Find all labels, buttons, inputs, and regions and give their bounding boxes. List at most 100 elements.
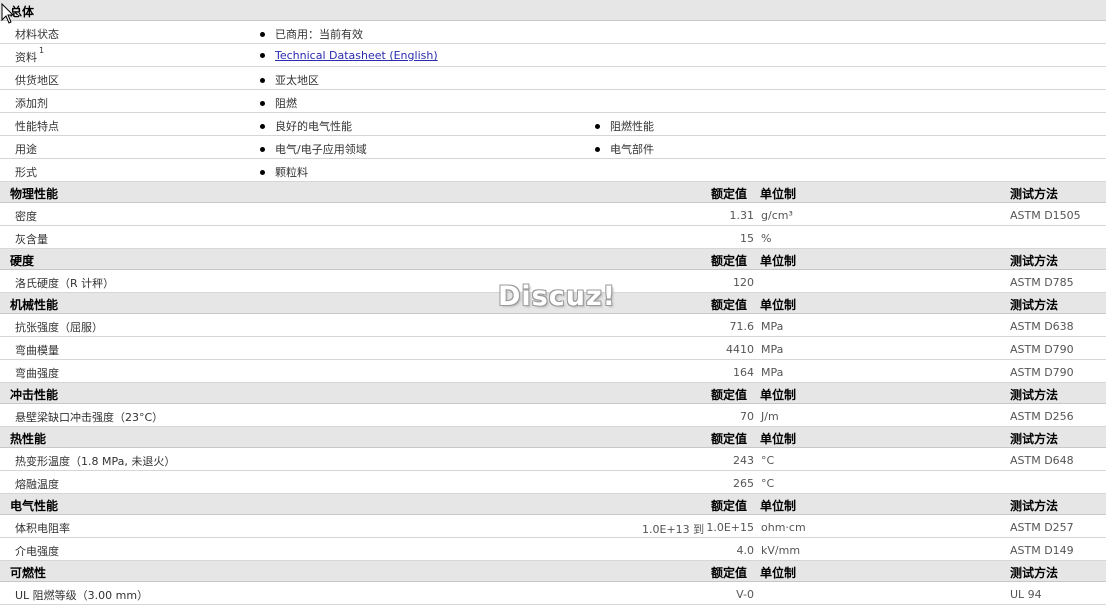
unit-value: MPa (761, 320, 784, 333)
unit-value: g/cm³ (761, 209, 793, 222)
general-row-status: 材料状态 已商用：当前有效 (0, 21, 1106, 44)
nominal-value: 1.31 (729, 209, 755, 222)
unit-value: % (761, 232, 772, 245)
section-header-electrical: 电气性能 额定值 单位制 测试方法 (0, 494, 1106, 515)
property-row: 熔融温度 265 °C (0, 471, 1106, 494)
bullet-item: 亚太地区 (260, 72, 319, 88)
property-label: 抗张强度（屈服） (15, 321, 103, 334)
nominal-value: 15 (740, 232, 754, 245)
bullet-item: 电气部件 (595, 141, 654, 157)
bullet-dot-icon (260, 100, 265, 106)
unit-value: ohm·cm (761, 521, 806, 534)
bullet-dot-icon (595, 123, 600, 129)
property-label: 体积电阻率 (15, 522, 70, 535)
nominal-value: 120 (733, 276, 754, 289)
bullet-dot-icon (595, 146, 600, 152)
test-method: ASTM D790 (1010, 343, 1074, 356)
test-method: ASTM D1505 (1010, 209, 1081, 222)
unit-value: MPa (761, 343, 784, 356)
general-row-documents: 资料1 Technical Datasheet (English) (0, 44, 1106, 67)
test-header: 测试方法 (1010, 432, 1059, 446)
row-label: 资料1 (15, 46, 45, 64)
property-row: 介电强度 4.0 kV/mm ASTM D149 (0, 538, 1106, 561)
section-title: 热性能 (10, 432, 47, 446)
property-label: 热变形温度（1.8 MPa, 未退火） (15, 455, 176, 468)
nominal-header: 额定值 (711, 566, 748, 580)
row-label: 添加剂 (15, 97, 48, 110)
test-method: ASTM D149 (1010, 544, 1074, 557)
bullet-dot-icon (260, 77, 265, 83)
general-row-form: 形式 颗粒料 (0, 159, 1106, 182)
bullet-item: 阻燃 (260, 95, 297, 111)
unit-value: °C (761, 477, 775, 490)
unit-value: J/m (761, 410, 779, 423)
property-label: 密度 (15, 210, 37, 223)
nominal-header: 额定值 (711, 499, 748, 513)
test-header: 测试方法 (1010, 388, 1059, 402)
test-method: ASTM D785 (1010, 276, 1074, 289)
nominal-header: 额定值 (711, 388, 748, 402)
test-header: 测试方法 (1010, 566, 1059, 580)
row-label: 形式 (15, 166, 37, 179)
section-title: 机械性能 (10, 298, 59, 312)
nominal-value: 243 (733, 454, 754, 467)
unit-header: 单位制 (760, 298, 797, 312)
property-row: 悬壁梁缺口冲击强度（23°C） 70 J/m ASTM D256 (0, 404, 1106, 427)
section-title: 物理性能 (10, 187, 59, 201)
datasheet-link[interactable]: Technical Datasheet (English) (275, 49, 438, 62)
bullet-item: 电气/电子应用领域 (260, 141, 367, 157)
property-row: 热变形温度（1.8 MPa, 未退火） 243 °C ASTM D648 (0, 448, 1106, 471)
row-label: 供货地区 (15, 74, 59, 87)
property-label: 熔融温度 (15, 478, 59, 491)
section-header-flammability: 可燃性 额定值 单位制 测试方法 (0, 561, 1106, 582)
nominal-header: 额定值 (711, 298, 748, 312)
bullet-item: 已商用：当前有效 (260, 26, 363, 42)
datasheet: 总体 材料状态 已商用：当前有效 资料1 Technical Datasheet… (0, 0, 1106, 605)
property-row: 抗张强度（屈服） 71.6 MPa ASTM D638 (0, 314, 1106, 337)
test-method: ASTM D257 (1010, 521, 1074, 534)
bullet-dot-icon (260, 169, 265, 175)
test-header: 测试方法 (1010, 499, 1059, 513)
unit-header: 单位制 (760, 432, 797, 446)
bullet-item: Technical Datasheet (English) (260, 49, 438, 62)
bullet-dot-icon (260, 146, 265, 152)
test-method: ASTM D648 (1010, 454, 1074, 467)
footnote-marker: 1 (39, 46, 45, 55)
nominal-value: 4.0 (736, 544, 755, 557)
test-method: ASTM D638 (1010, 320, 1074, 333)
unit-value: MPa (761, 366, 784, 379)
general-row-features: 性能特点 良好的电气性能 阻燃性能 (0, 113, 1106, 136)
bullet-item: 良好的电气性能 (260, 118, 352, 134)
nominal-value: 71.6 (729, 320, 755, 333)
property-label: 悬壁梁缺口冲击强度（23°C） (15, 411, 164, 424)
test-header: 测试方法 (1010, 298, 1059, 312)
nominal-value: 70 (740, 410, 754, 423)
property-row: 弯曲模量 4410 MPa ASTM D790 (0, 337, 1106, 360)
nominal-value: 164 (733, 366, 754, 379)
property-label: 洛氏硬度（R 计秤） (15, 277, 115, 290)
general-row-region: 供货地区 亚太地区 (0, 67, 1106, 90)
nominal-header: 额定值 (711, 187, 748, 201)
section-header-hardness: 硬度 额定值 单位制 测试方法 (0, 249, 1106, 270)
unit-header: 单位制 (760, 388, 797, 402)
range-from-value: 1.0E+13 到 (642, 523, 705, 536)
test-method: ASTM D790 (1010, 366, 1074, 379)
section-header-general: 总体 (0, 0, 1106, 21)
property-label: 弯曲模量 (15, 344, 59, 357)
property-label: 弯曲强度 (15, 367, 59, 380)
section-header-impact: 冲击性能 额定值 单位制 测试方法 (0, 383, 1106, 404)
row-label: 性能特点 (15, 120, 59, 133)
property-row: UL 阻燃等级（3.00 mm） V-0 UL 94 (0, 582, 1106, 605)
test-method: ASTM D256 (1010, 410, 1074, 423)
property-label: 灰含量 (15, 233, 48, 246)
unit-header: 单位制 (760, 187, 797, 201)
test-header: 测试方法 (1010, 187, 1059, 201)
nominal-value: 1.0E+15 (706, 521, 754, 534)
nominal-header: 额定值 (711, 432, 748, 446)
section-title: 电气性能 (10, 499, 59, 513)
property-label: UL 阻燃等级（3.00 mm） (15, 589, 149, 602)
section-title: 硬度 (10, 254, 35, 268)
test-header: 测试方法 (1010, 254, 1059, 268)
unit-value: °C (761, 454, 775, 467)
unit-header: 单位制 (760, 499, 797, 513)
